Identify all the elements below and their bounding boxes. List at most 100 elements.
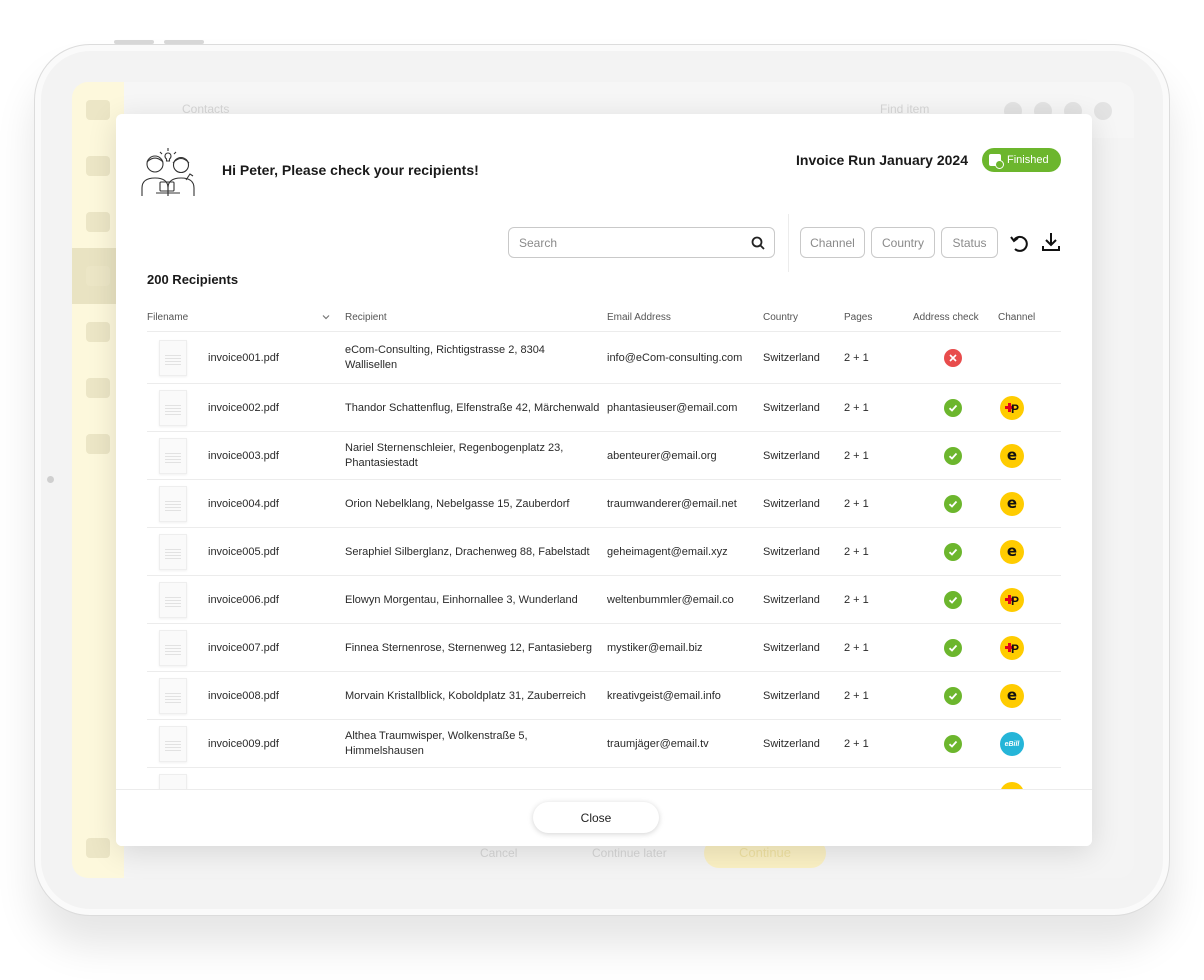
search-input[interactable] (519, 233, 739, 253)
ebill-icon: eBill (1000, 732, 1024, 756)
status-badge-label: Finished (1007, 154, 1049, 166)
pdf-thumbnail[interactable] (159, 630, 187, 666)
download-icon[interactable] (1039, 230, 1063, 254)
swiss-post-icon: P (1000, 588, 1024, 612)
cell-recipient: Althea Traumwisper, Wolkenstraße 5, Himm… (345, 730, 528, 757)
cell-email: info@eCom-consulting.com (607, 352, 743, 364)
cell-filename: invoice007.pdf (208, 642, 279, 654)
e-invoice-icon: e (1000, 492, 1024, 516)
pdf-thumbnail[interactable] (159, 678, 187, 714)
pdf-thumbnail[interactable] (159, 774, 187, 790)
pdf-thumbnail[interactable] (159, 438, 187, 474)
column-filename[interactable]: Filename (147, 312, 188, 323)
e-invoice-icon: e (1000, 444, 1024, 468)
send-icon[interactable] (86, 266, 110, 286)
recipients-table: invoice001.pdf eCom-Consulting, Richtigst… (147, 332, 1061, 790)
cancel-button[interactable]: Cancel (480, 846, 517, 860)
home-icon[interactable] (86, 100, 110, 120)
e-invoice-label: e (1006, 493, 1018, 512)
column-recipient[interactable]: Recipient (345, 312, 387, 323)
reset-icon[interactable] (1008, 232, 1030, 254)
people-illustration-icon (141, 148, 195, 196)
cell-recipient: eCom-Consulting, Richtigstrasse 2, 8304 … (345, 344, 545, 371)
cell-country: Switzerland (763, 450, 820, 462)
cell-email: geheimagent@email.xyz (607, 546, 728, 558)
error-icon (944, 349, 962, 367)
cell-filename: invoice008.pdf (208, 690, 279, 702)
cell-country: Switzerland (763, 352, 820, 364)
cell-email: phantasieuser@email.com (607, 402, 738, 414)
table-row[interactable]: invoice009.pdf Althea Traumwisper, Wolken… (147, 720, 1061, 768)
post-label: P (1011, 642, 1019, 655)
mail-icon[interactable] (86, 212, 110, 232)
cell-recipient: Finnea Sternenrose, Sternenweg 12, Fanta… (345, 642, 593, 654)
cell-country: Switzerland (763, 690, 820, 702)
cell-recipient: Seraphiel Silberglanz, Drachenweg 88, Fa… (345, 546, 590, 558)
post-logo-icon (86, 838, 110, 858)
archive-icon[interactable] (86, 378, 110, 398)
table-row[interactable]: invoice002.pdf Thandor Schattenflug, Elfe… (147, 384, 1061, 432)
cell-email: weltenbummler@email.co (607, 594, 734, 606)
status-filter-button[interactable]: Status (941, 227, 998, 258)
table-row[interactable]: invoice005.pdf Seraphiel Silberglanz, Dra… (147, 528, 1061, 576)
country-filter-button[interactable]: Country (871, 227, 935, 258)
post-label: P (1011, 402, 1019, 415)
swiss-post-icon: P (1000, 396, 1024, 420)
column-country[interactable]: Country (763, 312, 798, 323)
cell-country: Switzerland (763, 402, 820, 414)
column-channel[interactable]: Channel (998, 312, 1035, 323)
cell-email: abenteurer@email.org (607, 450, 717, 462)
cell-email: kreativgeist@email.info (607, 690, 721, 702)
recipients-modal: Hi Peter, Please check your recipients! … (116, 114, 1092, 846)
check-icon (944, 399, 962, 417)
table-row[interactable] (147, 768, 1061, 790)
cell-pages: 2 + 1 (844, 738, 869, 750)
cell-recipient: Orion Nebelklang, Nebelgasse 15, Zauberd… (345, 498, 570, 510)
contacts-icon[interactable] (86, 156, 110, 176)
cell-country: Switzerland (763, 642, 820, 654)
continue-later-button[interactable]: Continue later (592, 846, 667, 860)
column-pages[interactable]: Pages (844, 312, 872, 323)
cell-filename: invoice005.pdf (208, 546, 279, 558)
e-invoice-label: e (1006, 541, 1018, 560)
cell-pages: 2 + 1 (844, 450, 869, 462)
invoice-icon[interactable] (86, 322, 110, 342)
table-row[interactable]: invoice006.pdf Elowyn Morgentau, Einhorna… (147, 576, 1061, 624)
close-button[interactable]: Close (533, 802, 659, 833)
swiss-post-icon: P (1000, 636, 1024, 660)
pdf-thumbnail[interactable] (159, 486, 187, 522)
recipient-count: 200 Recipients (147, 272, 239, 287)
check-icon (944, 591, 962, 609)
cell-recipient: Thandor Schattenflug, Elfenstraße 42, Mä… (345, 402, 600, 414)
user-icon[interactable] (86, 434, 110, 454)
document-check-icon (989, 154, 1004, 169)
search-icon[interactable] (751, 236, 765, 250)
table-row[interactable]: invoice003.pdf Nariel Sternenschleier, Re… (147, 432, 1061, 480)
cell-pages: 2 + 1 (844, 498, 869, 510)
column-address-check[interactable]: Address check (913, 312, 979, 323)
pdf-thumbnail[interactable] (159, 534, 187, 570)
pdf-thumbnail[interactable] (159, 390, 187, 426)
table-row[interactable]: invoice008.pdf Morvain Kristallblick, Kob… (147, 672, 1061, 720)
column-email[interactable]: Email Address (607, 312, 671, 323)
modal-footer: Close (116, 789, 1092, 846)
table-row[interactable]: invoice001.pdf eCom-Consulting, Richtigst… (147, 332, 1061, 384)
check-icon (944, 447, 962, 465)
chevron-down-icon[interactable] (321, 312, 331, 322)
pdf-thumbnail[interactable] (159, 340, 187, 376)
channel-filter-button[interactable]: Channel (800, 227, 865, 258)
cell-filename: invoice009.pdf (208, 738, 279, 750)
table-row[interactable]: invoice007.pdf Finnea Sternenrose, Sterne… (147, 624, 1061, 672)
cell-pages: 2 + 1 (844, 594, 869, 606)
cell-pages: 2 + 1 (844, 352, 869, 364)
pdf-thumbnail[interactable] (159, 582, 187, 618)
table-row[interactable]: invoice004.pdf Orion Nebelklang, Nebelgas… (147, 480, 1061, 528)
table-header: Filename Recipient Email Address Country… (147, 308, 1061, 332)
cell-country: Switzerland (763, 546, 820, 558)
search-box[interactable] (508, 227, 775, 258)
tablet-camera (47, 476, 54, 483)
cell-country: Switzerland (763, 498, 820, 510)
pdf-thumbnail[interactable] (159, 726, 187, 762)
avatar-icon[interactable] (1094, 102, 1112, 120)
cell-email: traumjäger@email.tv (607, 738, 709, 750)
